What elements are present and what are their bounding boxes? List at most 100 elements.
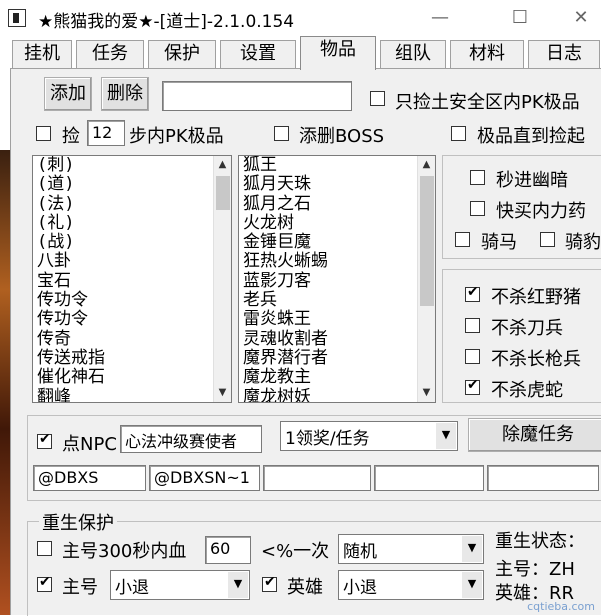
direct-pick-checkbox[interactable] xyxy=(451,126,466,141)
list-item[interactable]: 金锤巨魔 xyxy=(243,232,328,252)
add-button[interactable]: 添加 xyxy=(44,77,92,111)
list-item[interactable]: (战) xyxy=(37,232,105,252)
scroll-down-icon[interactable]: ▼ xyxy=(418,384,435,402)
list-item[interactable]: 老兵 xyxy=(243,290,328,310)
chevron-down-icon[interactable]: ▼ xyxy=(228,572,248,598)
items-scrollbar[interactable]: ▲ ▼ xyxy=(213,156,231,402)
monsters-list[interactable]: 狐王 狐月天珠 狐月之石 火龙树 金锤巨魔 狂热火蜥蜴 蓝影刀客 老兵 雷炎蛛王… xyxy=(238,155,436,403)
app-icon xyxy=(8,9,26,27)
list-item[interactable]: 狂热火蜥蜴 xyxy=(243,252,328,272)
no-kill-spear-label: 不杀长枪兵 xyxy=(491,349,581,370)
hp-threshold-label: 主号300秒内血 xyxy=(62,541,187,562)
direct-pick-label: 极品直到捡起 xyxy=(477,126,585,147)
scroll-thumb[interactable] xyxy=(216,176,230,210)
no-kill-tiger-snake-label: 不杀虎蛇 xyxy=(491,380,563,401)
monsters-list-content: 狐王 狐月天珠 狐月之石 火龙树 金锤巨魔 狂热火蜥蜴 蓝影刀客 老兵 雷炎蛛王… xyxy=(243,156,328,402)
demon-task-button[interactable]: 除魔任务 xyxy=(468,418,601,452)
hp-threshold-input[interactable]: 60 xyxy=(205,536,251,564)
hp-threshold-checkbox[interactable] xyxy=(37,541,52,556)
script-input-2[interactable]: @DBXSN~1 xyxy=(149,465,260,491)
list-item[interactable]: 翻峰 xyxy=(37,387,105,402)
list-item[interactable]: 魔界潜行者 xyxy=(243,348,328,368)
steps-input[interactable]: 12 xyxy=(87,120,125,146)
no-kill-saber-checkbox[interactable] xyxy=(465,318,480,333)
list-item[interactable]: 雷炎蛛王 xyxy=(243,310,328,330)
rebirth-mode-combo[interactable]: 随机 ▼ xyxy=(338,534,484,564)
add-boss-checkbox[interactable] xyxy=(274,126,289,141)
reward-combo-value: 1领奖/任务 xyxy=(285,429,370,449)
rebirth-status-title: 重生状态： xyxy=(495,531,585,552)
tab-team[interactable]: 组队 xyxy=(380,40,446,68)
pick-steps-checkbox[interactable] xyxy=(36,126,51,141)
list-item[interactable]: 催化神石 xyxy=(37,367,105,387)
no-kill-spear-checkbox[interactable] xyxy=(465,349,480,364)
reward-combo[interactable]: 1领奖/任务 ▼ xyxy=(280,421,458,451)
close-button[interactable]: ✕ xyxy=(561,6,601,30)
ride-checkbox[interactable] xyxy=(455,232,470,247)
monsters-scrollbar[interactable]: ▲ ▼ xyxy=(417,156,435,402)
ride-leopard-checkbox[interactable] xyxy=(540,232,555,247)
npc-name-input[interactable]: 心法冲级赛使者 xyxy=(120,425,262,453)
scroll-up-icon[interactable]: ▲ xyxy=(214,156,231,174)
hero-action-value: 小退 xyxy=(343,578,377,598)
list-item[interactable]: 狐王 xyxy=(243,156,328,175)
script-input-4[interactable] xyxy=(374,465,484,491)
script-input-1[interactable]: @DBXS xyxy=(33,465,146,491)
list-item[interactable]: 魔龙教主 xyxy=(243,367,328,387)
tab-idle[interactable]: 挂机 xyxy=(12,40,72,68)
chevron-down-icon[interactable]: ▼ xyxy=(462,572,482,598)
scroll-up-icon[interactable]: ▲ xyxy=(418,156,435,174)
main-action-combo[interactable]: 小退 ▼ xyxy=(110,570,250,600)
tab-materials[interactable]: 材料 xyxy=(450,40,524,68)
script-input-3[interactable] xyxy=(263,465,371,491)
main-action-checkbox[interactable] xyxy=(37,574,52,592)
no-kill-red-boar-checkbox[interactable] xyxy=(465,284,480,302)
no-kill-group: 不杀红野猪 不杀刀兵 不杀长枪兵 不杀虎蛇 xyxy=(442,269,601,403)
scroll-down-icon[interactable]: ▼ xyxy=(214,384,231,402)
list-item[interactable]: 八卦 xyxy=(37,252,105,272)
tab-items[interactable]: 物品 xyxy=(300,36,376,70)
list-item[interactable]: (刺) xyxy=(37,156,105,175)
minimize-button[interactable]: — xyxy=(420,6,460,30)
list-item[interactable]: 狐月天珠 xyxy=(243,174,328,194)
chevron-down-icon[interactable]: ▼ xyxy=(462,536,482,562)
no-kill-saber-label: 不杀刀兵 xyxy=(491,318,563,339)
no-kill-tiger-snake-checkbox[interactable] xyxy=(465,377,480,395)
quick-buy-checkbox[interactable] xyxy=(470,201,485,216)
list-item[interactable]: 灵魂收割者 xyxy=(243,329,328,349)
delete-button[interactable]: 删除 xyxy=(101,77,149,111)
list-item[interactable]: 蓝影刀客 xyxy=(243,271,328,291)
list-item[interactable]: 狐月之石 xyxy=(243,194,328,214)
hero-action-combo[interactable]: 小退 ▼ xyxy=(338,570,484,600)
main-action-value: 小退 xyxy=(115,578,149,598)
list-item[interactable]: 火龙树 xyxy=(243,213,328,233)
npc-label: 点NPC xyxy=(62,434,117,455)
maximize-button[interactable]: ☐ xyxy=(500,6,540,30)
tab-settings[interactable]: 设置 xyxy=(220,40,296,68)
list-item[interactable]: 传功令 xyxy=(37,290,105,310)
tab-protect[interactable]: 保护 xyxy=(148,40,216,68)
instant-dark-checkbox[interactable] xyxy=(470,170,485,185)
pick-label-after: 步内PK极品 xyxy=(129,126,224,147)
list-item[interactable]: 魔龙树妖 xyxy=(243,387,328,402)
list-item[interactable]: 传送戒指 xyxy=(37,348,105,368)
script-input-5[interactable] xyxy=(487,465,599,491)
npc-checkbox[interactable] xyxy=(37,431,52,449)
tab-log[interactable]: 日志 xyxy=(528,40,600,68)
safe-zone-checkbox[interactable] xyxy=(370,91,385,106)
tab-task[interactable]: 任务 xyxy=(76,40,144,68)
rebirth-mode-value: 随机 xyxy=(343,542,377,562)
ride-label: 骑马 xyxy=(481,232,517,253)
chevron-down-icon[interactable]: ▼ xyxy=(436,423,456,449)
scroll-thumb[interactable] xyxy=(420,176,434,306)
items-list[interactable]: (刺) (道) (法) (礼) (战) 八卦 宝石 传功令 传功令 传奇 传送戒… xyxy=(32,155,232,403)
list-item[interactable]: 宝石 xyxy=(37,271,105,291)
items-list-content: (刺) (道) (法) (礼) (战) 八卦 宝石 传功令 传功令 传奇 传送戒… xyxy=(37,156,105,402)
item-name-input[interactable] xyxy=(162,81,352,111)
list-item[interactable]: (礼) xyxy=(37,213,105,233)
list-item[interactable]: (法) xyxy=(37,194,105,214)
list-item[interactable]: 传奇 xyxy=(37,329,105,349)
list-item[interactable]: 传功令 xyxy=(37,310,105,330)
hero-action-checkbox[interactable] xyxy=(262,574,277,592)
list-item[interactable]: (道) xyxy=(37,174,105,194)
